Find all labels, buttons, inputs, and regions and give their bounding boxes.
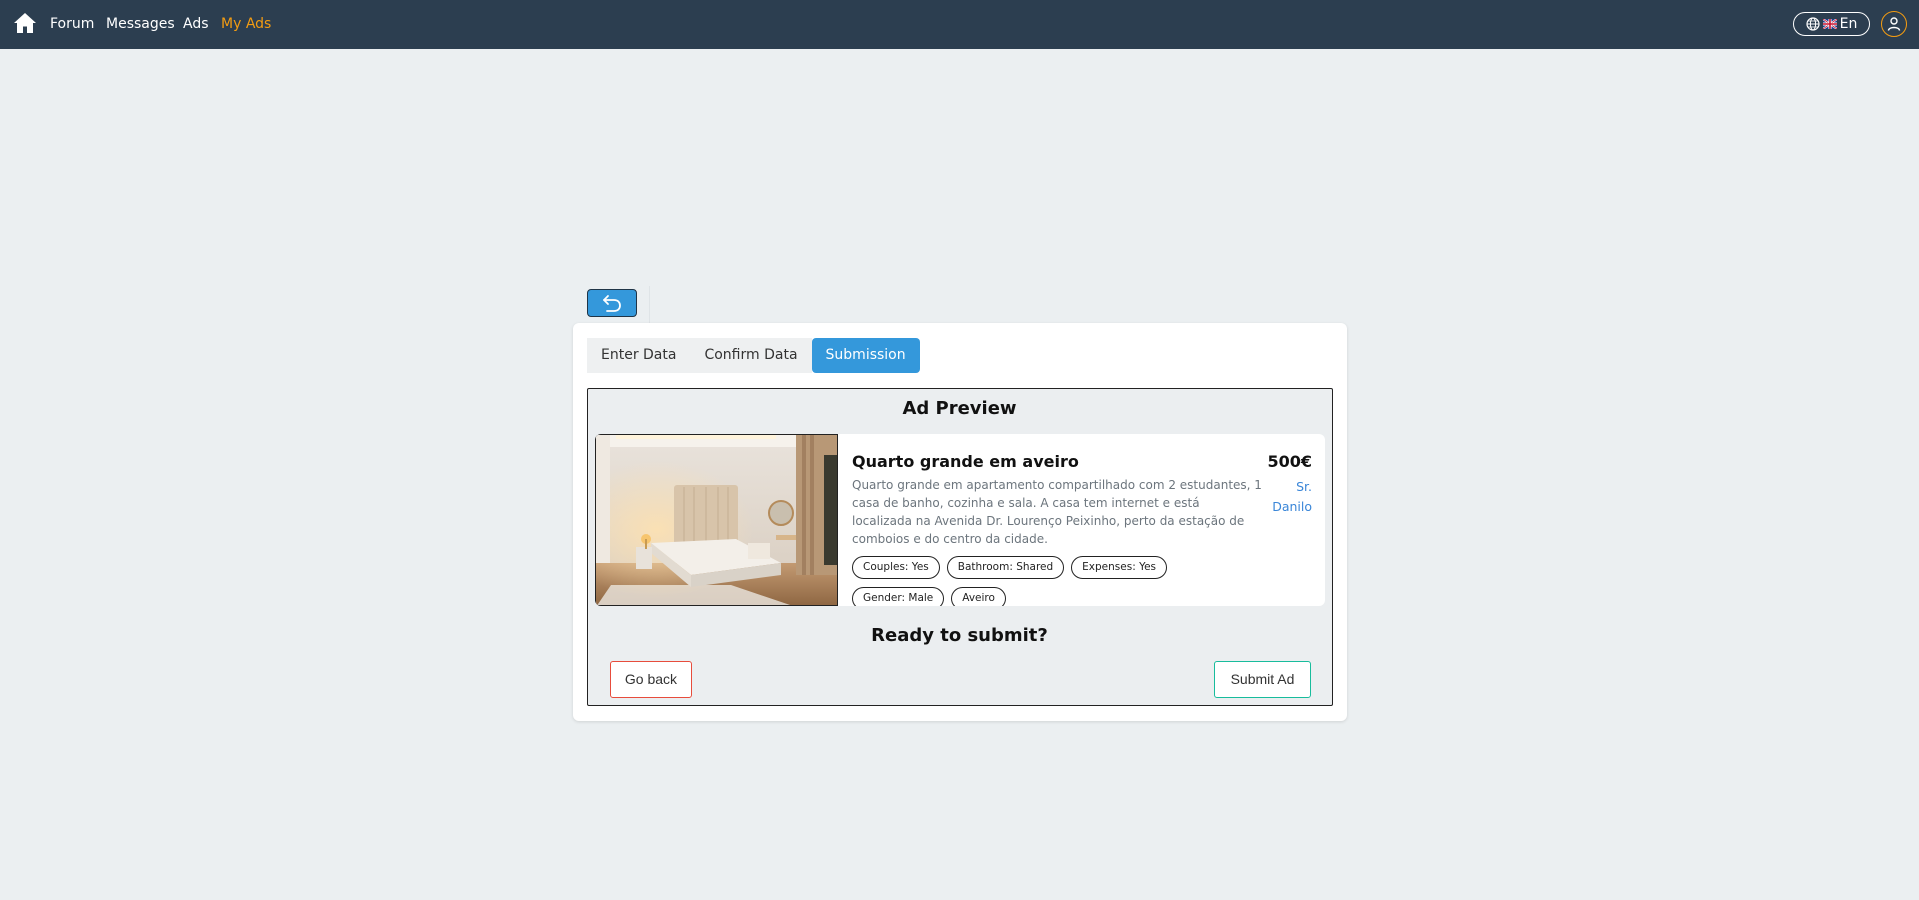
tag-couples: Couples: Yes: [852, 556, 940, 579]
language-label: En: [1839, 16, 1858, 32]
ad-image: [595, 434, 838, 606]
undo-arrow-icon[interactable]: [587, 289, 637, 317]
ad-price: 500€: [1267, 452, 1312, 471]
submit-question: Ready to submit?: [871, 625, 1048, 646]
ad-description: Quarto grande em apartamento compartilha…: [852, 478, 1262, 546]
ad-preview-panel: Ad Preview Quarto grande em aveiro Quart…: [587, 388, 1333, 706]
tag-bathroom: Bathroom: Shared: [946, 556, 1065, 579]
submit-ad-button[interactable]: Submit Ad: [1214, 661, 1311, 698]
home-icon[interactable]: [13, 12, 37, 34]
nav-my-ads-link[interactable]: My Ads: [221, 15, 271, 33]
tab-enter-data[interactable]: Enter Data: [587, 338, 691, 373]
ad-title: Quarto grande em aveiro: [852, 452, 1079, 471]
step-tabs: Enter Data Confirm Data Submission: [587, 338, 920, 373]
ad-card[interactable]: Quarto grande em aveiro Quarto grande em…: [595, 434, 1325, 606]
top-navbar: Forum Messages Ads My Ads En: [0, 0, 1919, 49]
ad-details: Quarto grande em aveiro Quarto grande em…: [852, 452, 1262, 606]
globe-icon: [1806, 17, 1820, 31]
user-icon[interactable]: [1881, 11, 1907, 37]
tag-expenses: Expenses: Yes: [1071, 556, 1168, 579]
uk-flag-icon: [1822, 19, 1837, 29]
tab-submission[interactable]: Submission: [811, 338, 920, 373]
ad-owner-link[interactable]: Sr. Danilo: [1262, 477, 1312, 517]
nav-forum-link[interactable]: Forum: [50, 15, 94, 33]
ad-tags: Couples: Yes Bathroom: Shared Expenses: …: [852, 556, 1262, 606]
nav-ads-link[interactable]: Ads: [183, 15, 209, 33]
go-back-button[interactable]: Go back: [610, 661, 692, 698]
new-ad-card: Enter Data Confirm Data Submission Ad Pr…: [573, 323, 1347, 721]
language-selector[interactable]: En: [1793, 12, 1870, 36]
nav-messages-link[interactable]: Messages: [106, 15, 175, 33]
preview-title: Ad Preview: [902, 398, 1017, 419]
tag-location: Aveiro: [951, 587, 1006, 606]
tab-confirm-data[interactable]: Confirm Data: [690, 338, 812, 373]
back-button-container: [573, 286, 650, 324]
tag-gender: Gender: Male: [852, 587, 945, 606]
